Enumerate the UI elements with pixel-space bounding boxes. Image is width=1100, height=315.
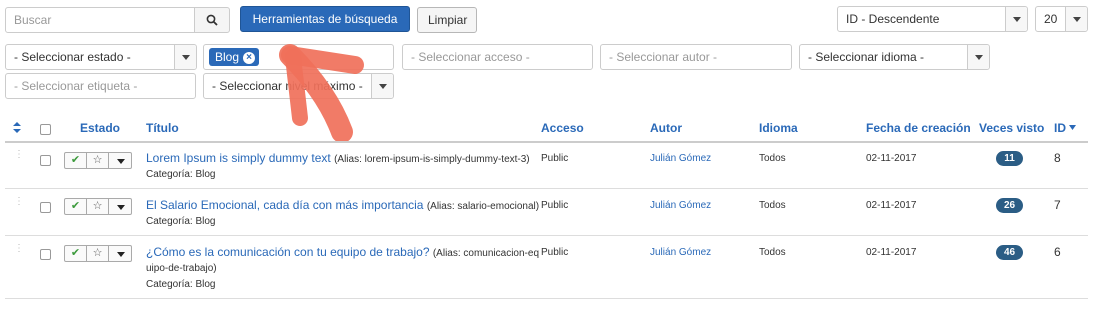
access-cell: Public (541, 153, 569, 164)
search-tools-button[interactable]: Herramientas de búsqueda (240, 6, 410, 45)
column-header-title[interactable]: Título (146, 121, 179, 135)
chevron-down-icon (1065, 7, 1087, 31)
author-link[interactable]: Julián Gómez (650, 153, 711, 164)
title-text[interactable]: Lorem Ipsum is simply dummy text (146, 151, 331, 165)
language-cell: Todos (759, 247, 786, 258)
language-cell: Todos (759, 200, 786, 211)
hits-badge: 11 (996, 151, 1023, 166)
annotation-arrow (279, 44, 364, 143)
state-filter-value: - Seleccionar estado - (14, 50, 131, 64)
created-cell: 02-11-2017 (866, 200, 917, 211)
chevron-down-icon (1005, 7, 1027, 31)
row-checkbox[interactable] (40, 155, 51, 166)
category-text: Categoría: Blog (146, 279, 216, 290)
column-header-language[interactable]: Idioma (759, 121, 798, 135)
row-title-link[interactable]: El Salario Emocional, cada día con más i… (146, 198, 539, 212)
select-all-checkbox[interactable] (40, 124, 51, 135)
alias-continuation: uipo-de-trabajo) (146, 263, 217, 274)
created-cell: 02-11-2017 (866, 247, 917, 258)
drag-handle-icon[interactable]: ⋮ (14, 150, 24, 160)
ordering-select[interactable]: ID - Descendente (837, 6, 1028, 32)
tag-filter[interactable]: - Seleccionar etiqueta - (5, 73, 196, 99)
column-header-hits[interactable]: Veces visto (979, 121, 1044, 135)
drag-handle-icon[interactable]: ⋮ (14, 197, 24, 207)
search-button[interactable] (194, 7, 230, 33)
column-header-status[interactable]: Estado (80, 121, 120, 135)
column-header-id[interactable]: ID (1054, 121, 1077, 135)
header-divider (5, 141, 1088, 143)
alias-text: (Alias: lorem-ipsum-is-simply-dummy-text… (334, 154, 530, 165)
access-cell: Public (541, 200, 569, 211)
column-header-access[interactable]: Acceso (541, 121, 584, 135)
state-toggle-group: ✔ ☆ (64, 245, 133, 262)
row-divider (5, 235, 1088, 236)
language-filter[interactable]: - Seleccionar idioma - (799, 44, 990, 70)
ordering-value: ID - Descendente (846, 12, 940, 26)
hits-badge: 26 (996, 198, 1023, 213)
author-link[interactable]: Julián Gómez (650, 200, 711, 211)
id-cell: 7 (1054, 198, 1061, 212)
star-icon[interactable]: ☆ (86, 245, 109, 262)
title-text[interactable]: ¿Cómo es la comunicación con tu equipo d… (146, 245, 430, 259)
drag-handle-icon[interactable]: ⋮ (14, 244, 24, 254)
title-text[interactable]: El Salario Emocional, cada día con más i… (146, 198, 423, 212)
access-cell: Public (541, 247, 569, 258)
star-icon[interactable]: ☆ (86, 152, 109, 169)
author-link[interactable]: Julián Gómez (650, 247, 711, 258)
row-divider (5, 188, 1088, 189)
category-text: Categoría: Blog (146, 216, 216, 227)
alias-text: (Alias: salario-emocional) (426, 201, 540, 212)
sort-desc-icon (1069, 125, 1077, 130)
id-header-label: ID (1054, 121, 1066, 135)
check-icon[interactable]: ✔ (64, 198, 87, 215)
hits-badge: 46 (996, 245, 1023, 260)
chevron-down-icon[interactable] (108, 245, 132, 262)
author-filter-value: - Seleccionar autor - (609, 50, 718, 64)
sort-icon[interactable] (13, 122, 21, 133)
row-title-link[interactable]: Lorem Ipsum is simply dummy text (Alias:… (146, 151, 530, 165)
chevron-down-icon (174, 45, 196, 69)
column-header-created[interactable]: Fecha de creación (866, 121, 971, 135)
category-text: Categoría: Blog (146, 169, 216, 180)
row-divider (5, 298, 1088, 299)
id-cell: 8 (1054, 151, 1061, 165)
search-tools-label: Herramientas de búsqueda (252, 12, 398, 26)
created-cell: 02-11-2017 (866, 153, 917, 164)
limit-value: 20 (1044, 12, 1058, 26)
state-toggle-group: ✔ ☆ (64, 198, 133, 215)
row-checkbox[interactable] (40, 249, 51, 260)
language-filter-value: - Seleccionar idioma - (808, 50, 925, 64)
language-cell: Todos (759, 153, 786, 164)
tag-filter-value: - Seleccionar etiqueta - (14, 79, 138, 93)
alias-text: (Alias: comunicacion-eq (432, 248, 540, 259)
check-icon[interactable]: ✔ (64, 245, 87, 262)
search-placeholder: Buscar (14, 13, 52, 27)
category-chip-label: Blog (215, 50, 240, 64)
search-icon (206, 14, 218, 26)
column-header-author[interactable]: Autor (650, 121, 682, 135)
search-input[interactable]: Buscar (5, 7, 195, 33)
chevron-down-icon (967, 45, 989, 69)
author-filter[interactable]: - Seleccionar autor - (600, 44, 792, 70)
row-checkbox[interactable] (40, 202, 51, 213)
state-filter[interactable]: - Seleccionar estado - (5, 44, 197, 70)
clear-label: Limpiar (428, 13, 468, 27)
chevron-down-icon[interactable] (108, 198, 132, 215)
state-toggle-group: ✔ ☆ (64, 152, 133, 169)
row-title-link[interactable]: ¿Cómo es la comunicación con tu equipo d… (146, 245, 539, 259)
check-icon[interactable]: ✔ (64, 152, 87, 169)
id-cell: 6 (1054, 245, 1061, 259)
star-icon[interactable]: ☆ (86, 198, 109, 215)
chevron-down-icon[interactable] (108, 152, 132, 169)
limit-select[interactable]: 20 (1035, 6, 1088, 32)
